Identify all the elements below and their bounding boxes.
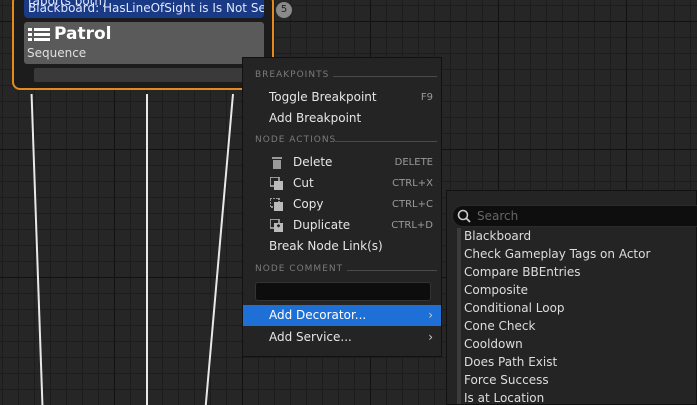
composite-header[interactable]: Patrol Sequence — [24, 22, 264, 64]
section-header-node-actions: NODE ACTIONS — [255, 135, 337, 145]
decorator-list-item[interactable]: Compare BBEntries — [464, 265, 581, 279]
decorator-list-item[interactable]: Cone Check — [464, 319, 535, 333]
decorator-index-badge: 5 — [276, 2, 292, 18]
decorator-abort-label: (aborts both) — [28, 0, 107, 8]
section-divider — [333, 76, 437, 77]
duplicate-icon — [270, 219, 283, 232]
chevron-right-icon: › — [428, 308, 433, 322]
patrol-sequence-node[interactable]: Blackboard: HasLineOfSight is Is Not Set… — [12, 0, 292, 90]
cut-icon — [270, 177, 283, 190]
decorator-list-item[interactable]: Composite — [464, 283, 528, 297]
section-header-node-comment: NODE COMMENT — [255, 264, 344, 274]
menu-item-delete[interactable]: Delete DELETE — [243, 152, 441, 173]
decorator-list-item[interactable]: Conditional Loop — [464, 301, 565, 315]
search-input[interactable]: Search — [452, 205, 697, 227]
section-divider — [335, 141, 437, 142]
decorator-list-item[interactable]: Does Path Exist — [464, 355, 557, 369]
graph-wire — [146, 94, 148, 405]
decorator-list-item[interactable]: Force Success — [464, 373, 549, 387]
menu-item-add-decorator[interactable]: Add Decorator... › — [243, 305, 441, 326]
graph-wire — [30, 94, 44, 405]
menu-item-add-breakpoint[interactable]: Add Breakpoint — [243, 108, 441, 129]
decorator-list-item[interactable]: Blackboard — [464, 229, 531, 243]
section-header-breakpoints: BREAKPOINTS — [255, 70, 330, 80]
shortcut-label: DELETE — [394, 157, 433, 168]
search-icon — [457, 209, 471, 223]
menu-item-duplicate[interactable]: Duplicate CTRL+D — [243, 215, 441, 236]
add-decorator-submenu: Search Blackboard Check Gameplay Tags on … — [446, 190, 697, 405]
section-divider — [347, 270, 437, 271]
search-placeholder: Search — [477, 209, 519, 223]
shortcut-label: F9 — [420, 92, 433, 103]
menu-item-toggle-breakpoint[interactable]: Toggle Breakpoint F9 — [243, 87, 441, 108]
node-subtitle: Sequence — [27, 46, 87, 60]
menu-item-cut[interactable]: Cut CTRL+X — [243, 173, 441, 194]
node-context-menu: BREAKPOINTS Toggle Breakpoint F9 Add Bre… — [242, 57, 442, 357]
decorator-list-item[interactable]: Check Gameplay Tags on Actor — [464, 247, 650, 261]
trash-icon — [272, 157, 282, 169]
decorator-list-item[interactable]: Cooldown — [464, 337, 523, 351]
menu-item-copy[interactable]: Copy CTRL+C — [243, 194, 441, 215]
menu-item-add-service[interactable]: Add Service... › — [243, 327, 441, 348]
copy-icon — [270, 198, 283, 211]
node-comment-input[interactable] — [255, 282, 431, 301]
shortcut-label: CTRL+D — [391, 220, 433, 231]
decorator-list-item[interactable]: Is at Location — [464, 391, 544, 405]
node-output-pin-bar[interactable] — [34, 68, 262, 82]
shortcut-label: CTRL+C — [392, 199, 433, 210]
node-title: Patrol — [54, 24, 112, 44]
chevron-right-icon: › — [428, 330, 433, 344]
graph-wire — [204, 94, 234, 405]
sequence-icon — [28, 28, 50, 41]
tree-indent-bar — [457, 228, 461, 404]
menu-item-break-node-links[interactable]: Break Node Link(s) — [243, 236, 441, 257]
shortcut-label: CTRL+X — [392, 178, 433, 189]
